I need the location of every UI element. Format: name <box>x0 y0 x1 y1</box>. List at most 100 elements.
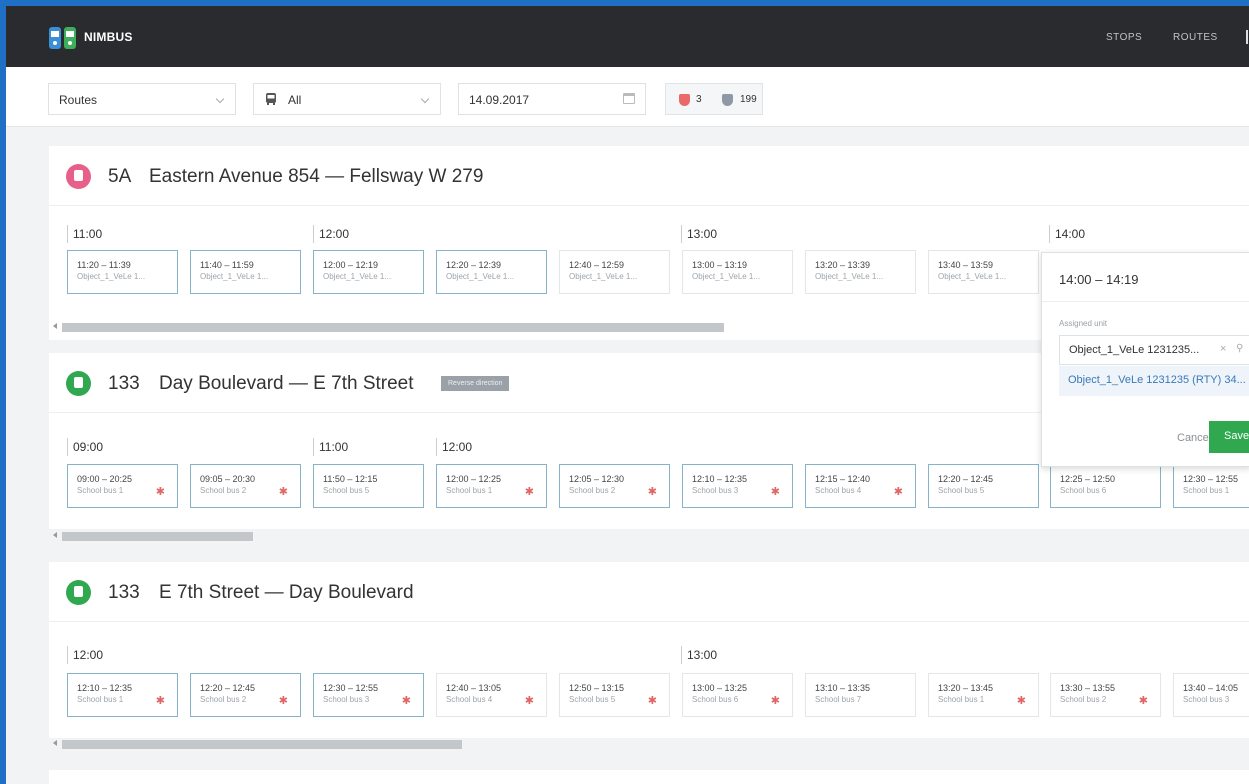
trip-time: 12:10 – 12:35 <box>692 474 748 484</box>
trip-card[interactable]: 12:00 – 12:25 School bus 1 ✱ <box>436 464 547 508</box>
required-star-icon: ✱ <box>401 695 411 707</box>
save-button-label: Save <box>1224 430 1249 442</box>
trip-card[interactable]: 13:20 – 13:45 School bus 1 ✱ <box>928 673 1039 717</box>
assigned-unit-label: Assigned unit <box>1059 319 1108 328</box>
trip-unit: School bus 6 <box>692 695 739 704</box>
assigned-unit-input[interactable]: Object_1_VeLe 1231235... × ⚲ <box>1059 335 1249 365</box>
clear-icon[interactable]: × <box>1220 343 1226 355</box>
trip-unit: Object_1_VeLe 1... <box>323 272 392 281</box>
trip-time: 13:40 – 13:59 <box>938 260 994 270</box>
trip-card[interactable]: 12:30 – 12:55 School bus 3 ✱ <box>313 673 424 717</box>
trip-unit: School bus 6 <box>1060 486 1107 495</box>
trip-card[interactable]: 13:30 – 13:55 School bus 2 ✱ <box>1050 673 1161 717</box>
trip-time: 12:40 – 13:05 <box>446 683 502 693</box>
trip-card[interactable]: 11:40 – 11:59 Object_1_VeLe 1... <box>190 250 301 294</box>
trip-card[interactable]: 12:30 – 12:55 School bus 1 <box>1173 464 1249 508</box>
trip-time: 11:50 – 12:15 <box>323 474 378 484</box>
trip-card[interactable]: 12:40 – 12:59 Object_1_VeLe 1... <box>559 250 670 294</box>
trip-time: 13:20 – 13:39 <box>815 260 871 270</box>
trip-unit: Object_1_VeLe 1... <box>77 272 146 281</box>
trip-time: 12:25 – 12:50 <box>1060 474 1116 484</box>
required-star-icon: ✱ <box>524 486 534 498</box>
trip-card[interactable]: 09:00 – 20:25 School bus 1 ✱ <box>67 464 178 508</box>
trip-time: 09:05 – 20:30 <box>200 474 256 484</box>
scroll-left-arrow[interactable] <box>53 323 57 329</box>
hour-label: 11:00 <box>313 438 348 456</box>
type-select[interactable]: Routes <box>48 83 236 115</box>
required-star-icon: ✱ <box>1138 695 1148 707</box>
trip-unit: School bus 1 <box>77 695 124 704</box>
nav-routes[interactable]: ROUTES <box>1173 32 1218 43</box>
scroll-left-arrow[interactable] <box>53 740 57 746</box>
trip-card[interactable]: 11:20 – 11:39 Object_1_VeLe 1... <box>67 250 178 294</box>
trip-card[interactable]: 13:00 – 13:25 School bus 6 ✱ <box>682 673 793 717</box>
trip-unit: School bus 5 <box>569 695 616 704</box>
trip-card[interactable]: 13:10 – 13:35 School bus 7 <box>805 673 916 717</box>
trip-unit: School bus 3 <box>1183 695 1230 704</box>
trip-time: 12:15 – 12:40 <box>815 474 871 484</box>
trip-unit: Object_1_VeLe 1... <box>200 272 269 281</box>
trip-card[interactable]: 12:40 – 13:05 School bus 4 ✱ <box>436 673 547 717</box>
top-bar: NIMBUS STOPS ROUTES <box>6 6 1249 67</box>
horizontal-scrollbar[interactable] <box>62 740 462 749</box>
trip-card[interactable]: 12:00 – 12:19 Object_1_VeLe 1... <box>313 250 424 294</box>
hour-label: 12:00 <box>67 646 103 664</box>
trip-unit: School bus 2 <box>200 486 247 495</box>
required-star-icon: ✱ <box>770 486 780 498</box>
app-name: NIMBUS <box>84 30 133 44</box>
chevron-down-icon <box>420 94 430 104</box>
trip-card[interactable]: 12:10 – 12:35 School bus 3 ✱ <box>682 464 793 508</box>
trip-unit: School bus 1 <box>77 486 124 495</box>
scroll-left-arrow[interactable] <box>53 532 57 538</box>
horizontal-scrollbar[interactable] <box>62 323 724 332</box>
link-icon[interactable]: ⚲ <box>1236 343 1243 354</box>
trip-time: 12:30 – 12:55 <box>1183 474 1239 484</box>
cancel-button[interactable]: Cancel <box>1177 432 1211 444</box>
trip-card[interactable]: 13:20 – 13:39 Object_1_VeLe 1... <box>805 250 916 294</box>
trip-time: 12:50 – 13:15 <box>569 683 625 693</box>
type-select-value: Routes <box>59 93 98 107</box>
hour-label: 13:00 <box>681 646 717 664</box>
bus-icon <box>66 164 91 189</box>
trip-card[interactable]: 12:10 – 12:35 School bus 1 ✱ <box>67 673 178 717</box>
trip-unit: School bus 1 <box>938 695 985 704</box>
date-input[interactable]: 14.09.2017 <box>458 83 646 115</box>
route-number: 5A <box>108 166 132 187</box>
trip-time: 11:40 – 11:59 <box>200 260 254 270</box>
trip-card[interactable]: 12:50 – 13:15 School bus 5 ✱ <box>559 673 670 717</box>
trip-card[interactable]: 12:20 – 12:45 School bus 2 ✱ <box>190 673 301 717</box>
trip-card[interactable]: 13:40 – 13:59 Object_1_VeLe 1... <box>928 250 1039 294</box>
trip-card[interactable]: 12:15 – 12:40 School bus 4 ✱ <box>805 464 916 508</box>
required-star-icon: ✱ <box>278 486 288 498</box>
trip-unit: Object_1_VeLe 1... <box>815 272 884 281</box>
route-name: Eastern Avenue 854 — Fellsway W 279 <box>149 166 484 187</box>
divider <box>1042 301 1249 302</box>
nav-stops[interactable]: STOPS <box>1106 32 1142 43</box>
trip-card[interactable]: 12:25 – 12:50 School bus 6 <box>1050 464 1161 508</box>
trip-card[interactable]: 12:20 – 12:45 School bus 5 <box>928 464 1039 508</box>
trip-time: 09:00 – 20:25 <box>77 474 133 484</box>
popover-title: 14:00 – 14:19 <box>1059 272 1139 287</box>
calendar-icon[interactable] <box>623 93 635 104</box>
horizontal-scrollbar[interactable] <box>62 532 253 541</box>
chevron-down-icon <box>215 94 225 104</box>
status-counts: 3 199 <box>665 83 763 115</box>
trip-time: 12:10 – 12:35 <box>77 683 133 693</box>
trip-card[interactable]: 09:05 – 20:30 School bus 2 ✱ <box>190 464 301 508</box>
trip-unit: Object_1_VeLe 1... <box>938 272 1007 281</box>
trip-card[interactable]: 11:50 – 12:15 School bus 5 <box>313 464 424 508</box>
save-button[interactable]: Save <box>1209 421 1249 453</box>
filter-bar: Routes All 14.09.2017 3 199 <box>6 67 1249 127</box>
trip-card[interactable]: 13:40 – 14:05 School bus 3 <box>1173 673 1249 717</box>
trip-card[interactable]: 13:00 – 13:19 Object_1_VeLe 1... <box>682 250 793 294</box>
trip-unit: Object_1_VeLe 1... <box>692 272 761 281</box>
required-star-icon: ✱ <box>155 486 165 498</box>
trip-card[interactable]: 12:20 – 12:39 Object_1_VeLe 1... <box>436 250 547 294</box>
vehicle-select[interactable]: All <box>253 83 441 115</box>
trip-card[interactable]: 12:05 – 12:30 School bus 2 ✱ <box>559 464 670 508</box>
hour-label: 11:00 <box>67 225 102 243</box>
trip-time: 12:05 – 12:30 <box>569 474 625 484</box>
unit-option[interactable]: Object_1_VeLe 1231235 (RTY) 34... <box>1059 366 1249 396</box>
assign-unit-popover: 14:00 – 14:19 Assigned unit Object_1_VeL… <box>1041 252 1249 467</box>
alert-shield-icon <box>679 94 690 106</box>
